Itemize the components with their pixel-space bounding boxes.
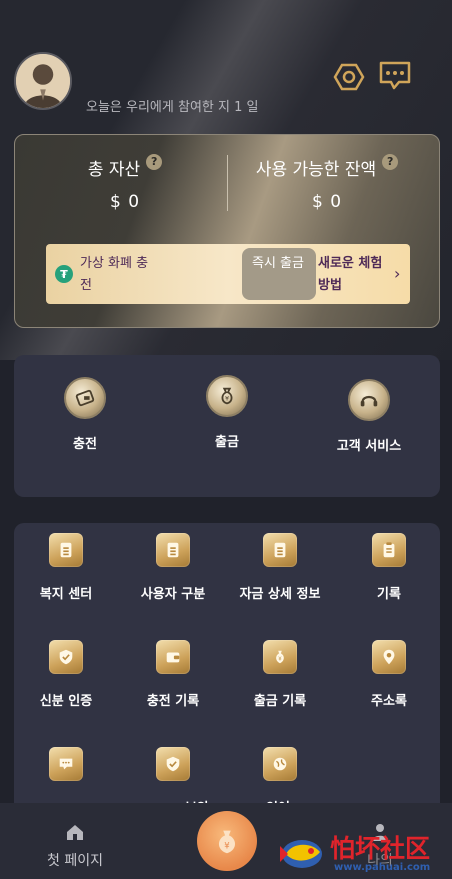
menu-item-recharge-records[interactable]: 충전 기록 <box>119 640 227 709</box>
document-icon <box>156 533 190 567</box>
wallet-card-icon <box>64 377 106 419</box>
shield-check-icon <box>49 640 83 674</box>
money-bag-icon: ¥ <box>263 640 297 674</box>
asset-card: 총 자산 ? $ 0 사용 가능한 잔액 ? $ 0 ₮ 가상 화폐 충전 즉시… <box>14 134 440 328</box>
user-avatar-icon <box>16 54 70 108</box>
tab-home[interactable]: 첫 페이지 <box>30 821 120 870</box>
available-balance-label: 사용 가능한 잔액 <box>255 160 377 180</box>
svg-text:¥: ¥ <box>225 395 229 403</box>
total-assets-value: $ 0 <box>109 192 141 212</box>
menu-item-identity-verification[interactable]: 신분 인증 <box>14 640 120 709</box>
message-icon <box>49 747 83 781</box>
recharge-label: 충전 <box>73 437 97 452</box>
profile-header: 오늘은 우리에게 참여한 지 1 일 <box>0 0 452 125</box>
currency-symbol: ¥ <box>224 842 230 852</box>
fish-logo-icon <box>280 840 322 868</box>
menu-item-welfare-center[interactable]: 복지 센터 <box>14 533 120 602</box>
menu-item-records[interactable]: 기록 <box>335 533 440 602</box>
menu-label: 충전 기록 <box>146 694 200 709</box>
chevron-right-icon: › <box>394 264 401 283</box>
menu-item-address-book[interactable]: 주소록 <box>335 640 440 709</box>
help-icon[interactable]: ? <box>382 153 399 170</box>
svg-text:¥: ¥ <box>278 657 282 663</box>
document-icon <box>263 533 297 567</box>
quick-actions-panel: 충전 ¥ 출금 고객 서비스 <box>14 355 440 497</box>
menu-item-messages[interactable] <box>14 747 120 797</box>
menu-item-fund-details[interactable]: 자금 상세 정보 <box>226 533 334 602</box>
withdraw-button[interactable]: ¥ 출금 <box>172 375 282 450</box>
menu-item-user-category[interactable]: 사용자 구분 <box>119 533 227 602</box>
customer-service-button[interactable]: 고객 서비스 <box>314 379 424 454</box>
clipboard-icon <box>372 533 406 567</box>
center-money-bag-button[interactable]: ¥ <box>197 811 257 871</box>
menu-label: 출금 기록 <box>253 694 307 709</box>
tether-icon: ₮ <box>55 265 73 283</box>
watermark-logo: 怕坏社区 www.pahuai.com <box>278 826 452 879</box>
watermark-url-text: www.pahuai.com <box>334 862 431 873</box>
location-pin-icon <box>372 640 406 674</box>
available-balance: 사용 가능한 잔액 ? $ 0 <box>227 153 427 212</box>
money-bag-icon: ¥ <box>206 375 248 417</box>
menu-label: 복지 센터 <box>39 587 93 602</box>
help-icon[interactable]: ? <box>146 153 163 170</box>
menu-label: 주소록 <box>371 694 407 709</box>
menu-label: 기록 <box>377 587 401 602</box>
withdraw-label: 출금 <box>215 435 239 450</box>
money-bag-icon: ¥ <box>218 830 236 854</box>
recharge-button[interactable]: 충전 <box>30 377 140 452</box>
menu-label: 신분 인증 <box>39 694 93 709</box>
message-icon[interactable] <box>377 58 413 94</box>
joined-days-text: 오늘은 우리에게 참여한 지 1 일 <box>86 100 259 115</box>
menu-label: 자금 상세 정보 <box>239 587 321 602</box>
total-assets-label: 총 자산 <box>87 160 141 180</box>
menu-item-withdraw-records[interactable]: ¥ 출금 기록 <box>226 640 334 709</box>
customer-service-label: 고객 서비스 <box>336 439 402 454</box>
document-icon <box>49 533 83 567</box>
settings-icon[interactable] <box>332 60 366 94</box>
crypto-promo-banner[interactable]: ₮ 가상 화폐 충전 즉시 출금 새로운 체험 방법 › <box>46 244 410 304</box>
wallet-icon <box>156 640 190 674</box>
new-experience-text: 새로운 체험 방법 <box>318 256 383 293</box>
avatar[interactable] <box>14 52 72 110</box>
instant-withdraw-button[interactable]: 즉시 출금 <box>242 248 316 300</box>
total-assets: 총 자산 ? $ 0 <box>25 153 225 212</box>
available-balance-value: $ 0 <box>311 192 343 212</box>
menu-grid-panel: 복지 센터 사용자 구분 자금 상세 정보 기록 신분 인증 충전 기록 ¥ 출… <box>14 523 440 823</box>
crypto-recharge-text: 가상 화폐 충전 <box>80 256 149 293</box>
tab-home-label: 첫 페이지 <box>47 853 103 869</box>
globe-icon <box>263 747 297 781</box>
headset-icon <box>348 379 390 421</box>
watermark-main-text: 怕坏社区 <box>330 834 431 863</box>
menu-label: 사용자 구분 <box>140 587 206 602</box>
home-icon <box>67 825 83 840</box>
shield-check-icon <box>156 747 190 781</box>
